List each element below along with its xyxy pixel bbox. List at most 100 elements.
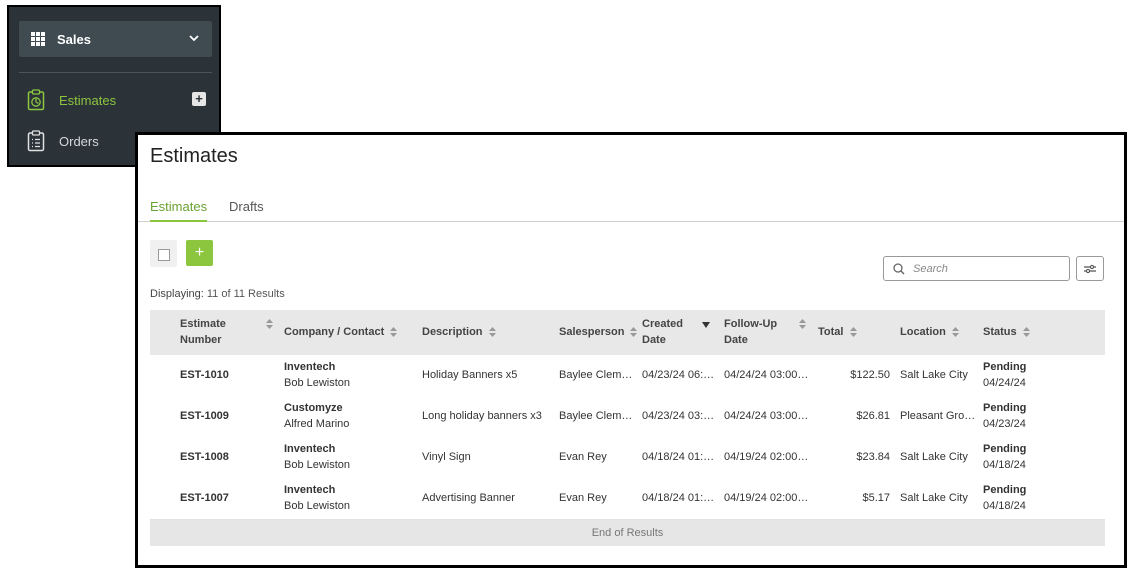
- estimate-number[interactable]: EST-1007: [180, 490, 229, 506]
- select-all-checkbox[interactable]: [150, 240, 177, 267]
- column-header-label: Follow-Up: [724, 318, 778, 330]
- add-estimate-button[interactable]: +: [186, 240, 213, 266]
- sidebar-divider: [19, 72, 212, 73]
- column-header-total[interactable]: Total: [818, 324, 857, 340]
- description: Vinyl Sign: [422, 451, 471, 463]
- active-tab-indicator: [150, 220, 207, 222]
- table-row[interactable]: EST-1008 Inventech Bob Lewiston Vinyl Si…: [150, 437, 1105, 479]
- company-name: Inventech: [284, 361, 336, 373]
- tab-estimates[interactable]: Estimates: [150, 199, 207, 214]
- description: Long holiday banners x3: [422, 410, 542, 422]
- location: Salt Lake City: [900, 451, 968, 463]
- column-header-label: Estimate: [180, 318, 226, 330]
- search-input[interactable]: [911, 261, 1055, 276]
- column-header-label: Date: [642, 334, 666, 346]
- column-header-status[interactable]: Status: [983, 324, 1030, 340]
- filter-sliders-icon: [1084, 264, 1096, 273]
- column-header-salesperson[interactable]: Salesperson: [559, 324, 638, 340]
- column-header-label: Created: [642, 318, 683, 330]
- follow-up-date: 04/19/24 02:00…: [724, 492, 809, 504]
- table-row[interactable]: EST-1009 Customyze Alfred Marino Long ho…: [150, 396, 1105, 438]
- company-name: Inventech: [284, 443, 336, 455]
- estimate-number[interactable]: EST-1010: [180, 367, 229, 383]
- estimate-number[interactable]: EST-1008: [180, 449, 229, 465]
- status-date: 04/18/24: [983, 500, 1026, 512]
- column-header-created-date[interactable]: Created Date: [642, 316, 683, 348]
- salesperson: Baylee Clem…: [559, 369, 633, 381]
- description: Advertising Banner: [422, 492, 515, 504]
- column-header-label: Salesperson: [559, 326, 625, 338]
- location: Salt Lake City: [900, 492, 968, 504]
- contact-name: Alfred Marino: [284, 418, 350, 430]
- estimate-number[interactable]: EST-1009: [180, 408, 229, 424]
- sidebar-item-label: Estimates: [59, 92, 117, 108]
- status-date: 04/18/24: [983, 459, 1026, 471]
- sidebar-item-label: Orders: [59, 133, 99, 149]
- status-date: 04/24/24: [983, 377, 1026, 389]
- search-icon: [893, 262, 905, 274]
- sales-module-dropdown[interactable]: Sales: [19, 21, 212, 57]
- estimates-clipboard-icon: [27, 89, 45, 111]
- sort-icon: [849, 327, 857, 338]
- company-name: Customyze: [284, 402, 343, 414]
- filter-button[interactable]: [1076, 256, 1104, 281]
- salesperson: Baylee Clem…: [559, 410, 633, 422]
- tab-divider: [138, 221, 1124, 222]
- contact-name: Bob Lewiston: [284, 500, 351, 512]
- table-header: Estimate Number Company / Contact Descri…: [150, 310, 1105, 355]
- estimates-panel: Estimates Estimates Drafts + Displaying:…: [135, 132, 1127, 568]
- column-header-follow-up-date[interactable]: Follow-Up Date: [724, 316, 777, 348]
- sort-descending-icon[interactable]: [702, 322, 710, 328]
- created-date: 04/23/24 06:…: [642, 369, 715, 381]
- sort-icon: [630, 327, 638, 338]
- status-badge: Pending: [983, 361, 1027, 373]
- chevron-down-icon: [189, 35, 199, 42]
- page-title: Estimates: [150, 145, 238, 167]
- displaying-count: 11 of 11 Results: [206, 288, 285, 300]
- sort-icon: [951, 327, 959, 338]
- location: Salt Lake City: [900, 369, 968, 381]
- table-row[interactable]: EST-1010 Inventech Bob Lewiston Holiday …: [150, 355, 1105, 397]
- column-header-label: Description: [422, 326, 483, 338]
- total: $26.81: [856, 410, 890, 422]
- sort-icon[interactable]: [266, 319, 273, 329]
- description: Holiday Banners x5: [422, 369, 518, 381]
- column-header-location[interactable]: Location: [900, 324, 959, 340]
- salesperson: Evan Rey: [559, 492, 607, 504]
- column-header-label: Location: [900, 326, 946, 338]
- add-estimate-plus-icon[interactable]: +: [192, 92, 206, 106]
- column-header-description[interactable]: Description: [422, 324, 496, 340]
- sidebar-item-estimates[interactable]: Estimates: [27, 89, 116, 111]
- sort-icon[interactable]: [799, 319, 806, 329]
- tab-drafts[interactable]: Drafts: [229, 199, 264, 214]
- created-date: 04/18/24 01:…: [642, 492, 715, 504]
- status-badge: Pending: [983, 402, 1027, 414]
- column-header-label: Date: [724, 334, 748, 346]
- sort-icon: [488, 327, 496, 338]
- displaying-label: Displaying:: [150, 288, 204, 300]
- sidebar-item-orders[interactable]: Orders: [27, 130, 99, 152]
- column-header-label: Status: [983, 326, 1017, 338]
- total: $23.84: [856, 451, 890, 463]
- results-count: Displaying: 11 of 11 Results: [150, 288, 285, 300]
- location: Pleasant Gro…: [900, 410, 976, 422]
- created-date: 04/18/24 01:…: [642, 451, 715, 463]
- created-date: 04/23/24 03:…: [642, 410, 715, 422]
- end-of-results: End of Results: [150, 520, 1105, 546]
- contact-name: Bob Lewiston: [284, 377, 351, 389]
- sales-module-label: Sales: [57, 31, 91, 47]
- column-header-estimate-number[interactable]: Estimate Number: [180, 316, 226, 348]
- apps-grid-icon: [31, 32, 45, 46]
- status-date: 04/23/24: [983, 418, 1026, 430]
- contact-name: Bob Lewiston: [284, 459, 351, 471]
- status-badge: Pending: [983, 484, 1027, 496]
- total: $122.50: [850, 369, 890, 381]
- column-header-company-contact[interactable]: Company / Contact: [284, 324, 398, 340]
- column-header-label: Total: [818, 326, 844, 338]
- search-field[interactable]: [883, 256, 1070, 281]
- follow-up-date: 04/24/24 03:00…: [724, 410, 809, 422]
- table-row[interactable]: EST-1007 Inventech Bob Lewiston Advertis…: [150, 478, 1105, 520]
- total: $5.17: [862, 492, 890, 504]
- follow-up-date: 04/19/24 02:00…: [724, 451, 809, 463]
- sort-icon: [390, 327, 398, 338]
